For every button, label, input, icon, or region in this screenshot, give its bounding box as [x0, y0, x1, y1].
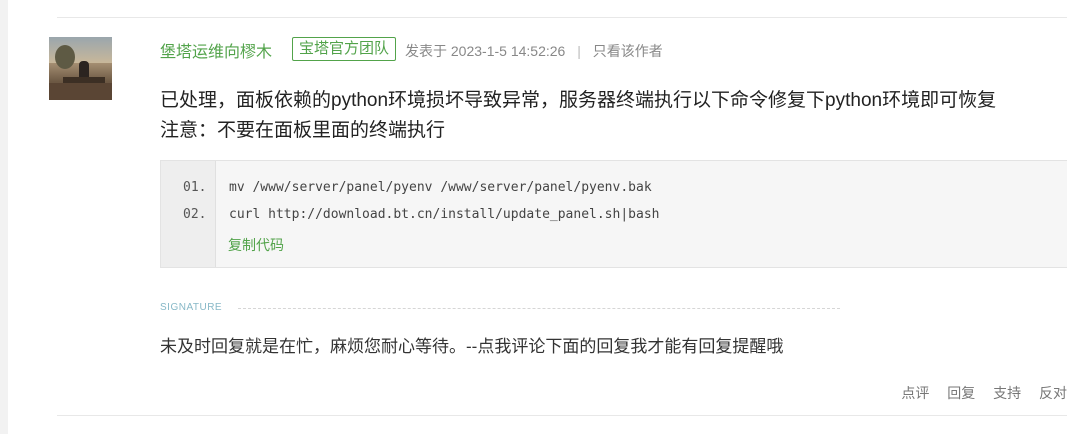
bottom-divider — [57, 415, 1067, 416]
copy-code-button[interactable]: 复制代码 — [228, 235, 284, 255]
comment-button[interactable]: 点评 — [901, 385, 929, 401]
signature-text[interactable]: 未及时回复就是在忙，麻烦您耐心等待。--点我评论下面的回复我才能有回复提醒哦 — [160, 332, 783, 357]
code-line: curl http://download.bt.cn/install/updat… — [229, 207, 660, 222]
code-block: 01. 02. mv /www/server/panel/pyenv /www/… — [160, 160, 1067, 268]
signature-label: SIGNATURE — [160, 302, 223, 313]
code-line: mv /www/server/panel/pyenv /www/server/p… — [229, 180, 652, 195]
post-time: 发表于 2023-1-5 14:52:26 — [405, 43, 566, 59]
line-number: 02. — [183, 207, 207, 222]
post-line-1: 已处理，面板依赖的python环境损坏导致异常，服务器终端执行以下命令修复下py… — [160, 90, 997, 111]
support-button[interactable]: 支持 — [993, 385, 1021, 401]
signature-divider — [238, 308, 840, 309]
post-line-2: 注意：不要在面板里面的终端执行 — [160, 120, 446, 141]
post-actions: 点评 回复 支持 反对 — [887, 383, 1067, 403]
author-link[interactable]: 堡塔运维向樛木 — [160, 38, 272, 62]
post-meta: 发表于 2023-1-5 14:52:26 | 只看该作者 — [405, 41, 663, 61]
post-panel: 堡塔运维向樛木 宝塔官方团队 发表于 2023-1-5 14:52:26 | 只… — [8, 0, 1067, 434]
official-team-badge[interactable]: 宝塔官方团队 — [292, 37, 397, 61]
avatar-tree — [55, 45, 75, 69]
top-divider — [57, 17, 1067, 18]
avatar-floor — [49, 83, 112, 100]
meta-separator: | — [577, 43, 581, 59]
line-number: 01. — [183, 180, 207, 195]
only-author-link[interactable]: 只看该作者 — [593, 43, 663, 59]
avatar[interactable] — [49, 37, 112, 100]
post-content: 已处理，面板依赖的python环境损坏导致异常，服务器终端执行以下命令修复下py… — [160, 86, 996, 146]
oppose-button[interactable]: 反对 — [1039, 385, 1067, 401]
reply-button[interactable]: 回复 — [947, 385, 975, 401]
